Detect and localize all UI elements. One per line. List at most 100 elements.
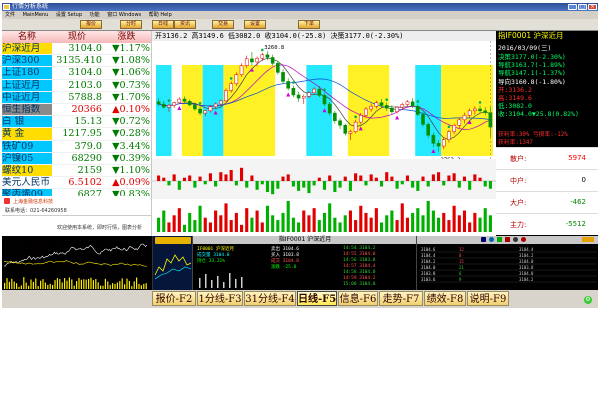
toolbar-news-button[interactable]: 资讯 (174, 20, 196, 29)
candle-body (219, 100, 223, 105)
profit-line: 获利率:1347 (498, 140, 533, 146)
function-tab[interactable]: 走势-F7 (379, 291, 423, 306)
quote-row[interactable]: 上证180 3104.0 ▼1.06% (2, 67, 151, 80)
quote-row[interactable]: 恒生指数 20366 ▲0.10% (2, 103, 151, 117)
down-arrow-icon: ▼ (112, 116, 120, 128)
expand-button[interactable] (582, 237, 594, 242)
col-price-header[interactable]: 现价 (52, 31, 102, 43)
quote-row[interactable]: 白 银 15.13 ▼0.72% (2, 116, 151, 129)
settings-icon[interactable] (513, 237, 518, 242)
down-arrow-icon: ▼ (112, 43, 120, 54)
quote-row[interactable]: 沪镍05 68290 ▼0.39% (2, 152, 151, 165)
menu-function[interactable]: 功能 (90, 12, 100, 18)
quote-row[interactable]: 铁矿09 379.0 ▼3.44% (2, 140, 151, 153)
toolbar-order-button[interactable]: 下单 (298, 20, 320, 29)
signal-dot (478, 101, 482, 104)
function-tab[interactable]: 说明-F9 (467, 291, 509, 306)
function-tab[interactable]: 信息-F6 (338, 291, 378, 306)
tick-volume-bars (199, 273, 243, 288)
macd-bar (265, 181, 270, 192)
quote-name: 沪深300 (2, 55, 52, 67)
down-arrow-icon: ▼ (112, 67, 120, 79)
close-panel-icon[interactable] (521, 237, 526, 242)
candle-body (167, 105, 171, 108)
candle-body (291, 87, 296, 96)
quote-row[interactable]: 沪深300 3135.410 ▼1.08% (2, 55, 151, 68)
toolbar-intraday-button[interactable]: 分时 (120, 20, 142, 29)
candle-body (177, 98, 182, 103)
macd-bar (442, 181, 446, 186)
macd-bar (452, 173, 456, 181)
macd-bar (276, 181, 280, 189)
quote-row[interactable]: 沪深近月 3104.0 ▼1.17% (2, 43, 151, 56)
intraday-volume-bar (20, 285, 22, 289)
toolbar-settings-button[interactable]: 设置 (244, 20, 266, 29)
window-title: 行情分析系统 (12, 3, 49, 10)
function-tab[interactable]: 1分线-F3 (197, 291, 243, 306)
quote-row[interactable]: 螺纹10 2159 ▼1.10% (2, 164, 151, 178)
macd-bar (312, 181, 316, 186)
down-arrow-icon: ▼ (112, 55, 120, 67)
toolbar-quote-button[interactable]: 报价 (80, 20, 102, 29)
toolbar-daily-button[interactable]: 日线 (152, 20, 174, 29)
news-ticker[interactable]: 欢迎使用本系统，即时行情，图表分析 (57, 224, 142, 231)
signal-dot (385, 98, 389, 101)
kline-chart[interactable]: 3260.82763.2 (152, 41, 497, 236)
down-arrow-icon[interactable] (505, 237, 510, 242)
macd-bar (245, 181, 249, 188)
menu-setup[interactable]: 设置 Setup (56, 12, 82, 18)
minimize-button[interactable]: _ (568, 4, 577, 10)
quote-row[interactable]: 美元人民币 6.5102 ▲0.09% (2, 177, 151, 190)
candle-body (410, 101, 415, 107)
intraday-volume-bar (4, 282, 6, 289)
quote-row[interactable]: 中证近月 5788.8 ▼1.70% (2, 91, 151, 104)
function-tab[interactable]: 31分线-F4 (244, 291, 296, 306)
volume-bar (193, 220, 197, 232)
up-arrow-icon[interactable] (497, 237, 502, 242)
ohlc-info-bar: 开3136.2 高3149.6 低3082.0 收3104.0(-25.8) 决… (152, 31, 497, 41)
macd-bar (172, 174, 176, 181)
intraday-chart[interactable] (2, 236, 152, 290)
quote-name: 美元人民币 (2, 177, 52, 189)
volume-bar (208, 222, 212, 232)
volume-bar (452, 205, 456, 232)
close-button[interactable]: × (588, 4, 597, 10)
intraday-volume-bar (116, 282, 118, 289)
intraday-volume-bar (78, 277, 80, 289)
col-name-header[interactable]: 名称 (2, 31, 52, 43)
svg-text:15: 15 (459, 259, 464, 264)
kline-chart-panel[interactable]: 开3136.2 高3149.6 低3082.0 收3104.0(-25.8) 决… (151, 31, 497, 236)
menu-help[interactable]: 帮助 Help (149, 12, 172, 18)
mini-quote-panel (152, 236, 192, 290)
volume-bar (291, 217, 295, 232)
quote-row[interactable]: 黄 金 1217.95 ▼0.28% (2, 128, 151, 141)
intraday-volume-bar (73, 285, 75, 289)
volume-bar (214, 210, 218, 232)
quote-row[interactable]: 上证近月 2103.0 ▼0.73% (2, 79, 151, 92)
candle-body (156, 101, 161, 105)
quote-price: 1217.95 (62, 128, 102, 140)
function-tab[interactable]: 日线-F5 (297, 291, 337, 306)
quote-change: 0.39% (119, 152, 150, 164)
maximize-button[interactable]: □ (578, 4, 587, 10)
menu-main[interactable]: MainMenu (23, 12, 49, 18)
function-tab[interactable]: 绩效-F8 (424, 291, 466, 306)
signal-dot (198, 101, 202, 105)
macd-bar (317, 177, 321, 181)
menu-windows[interactable]: 窗口 Windows (107, 12, 141, 18)
mini-tab[interactable] (155, 237, 191, 244)
refresh-icon[interactable] (489, 237, 494, 242)
macd-bar (379, 181, 384, 187)
grid-icon[interactable] (481, 237, 486, 242)
menu-file[interactable]: 文件 (5, 12, 15, 18)
toolbar-trade-button[interactable]: 交易 (212, 20, 234, 29)
intraday-volume-bar (100, 285, 102, 289)
macd-bar (224, 174, 228, 181)
tick-panel-title: 指IF0001 沪深近月 (193, 236, 417, 244)
trend-zone-band (202, 65, 224, 156)
volume-bar (442, 212, 446, 232)
intraday-volume-bar (52, 284, 54, 289)
col-change-header[interactable]: 涨跌 (102, 31, 151, 43)
order-book-grid: 3104.63104.43104.23104.03103.83103.6 128… (419, 247, 597, 283)
function-tab[interactable]: 报价-F2 (152, 291, 196, 306)
